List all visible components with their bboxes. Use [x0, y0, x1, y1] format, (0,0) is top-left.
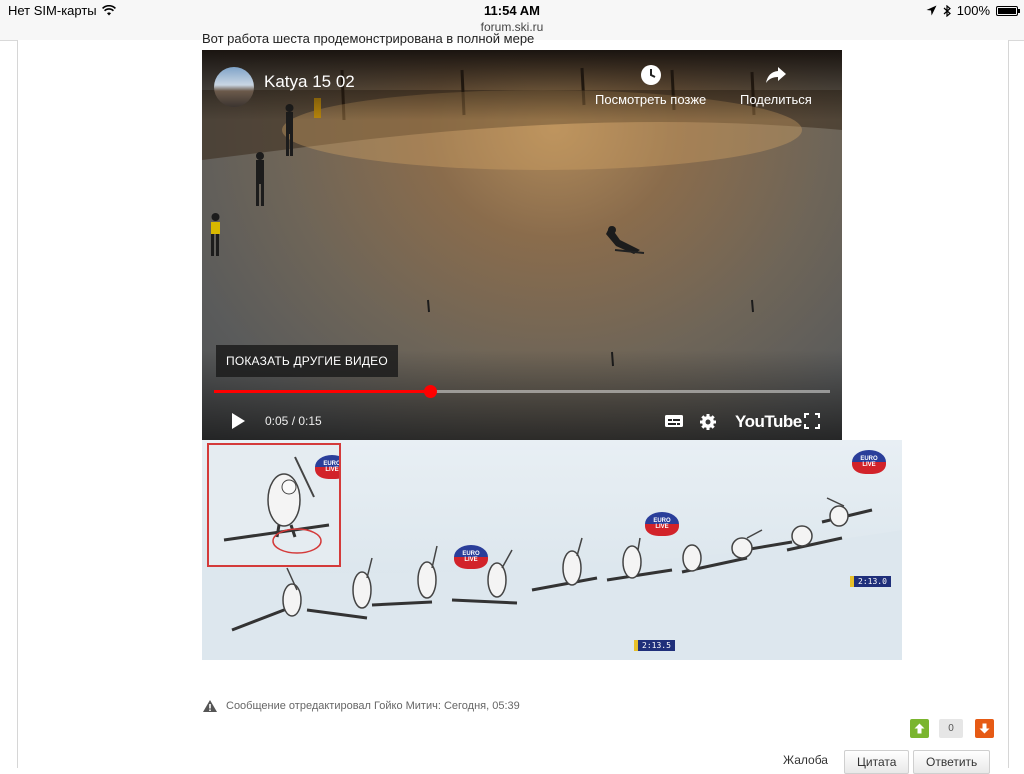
more-videos-button[interactable]: ПОКАЗАТЬ ДРУГИЕ ВИДЕО — [216, 345, 398, 377]
fullscreen-icon[interactable] — [804, 413, 820, 429]
share-label: Поделиться — [740, 92, 812, 107]
bluetooth-icon — [943, 4, 951, 17]
arrow-up-icon — [914, 723, 925, 734]
status-right: 100% — [926, 3, 1020, 18]
badge-text: EURO LIVE — [462, 551, 480, 563]
timer-lower: 2:13.5 — [634, 640, 675, 651]
play-icon[interactable] — [230, 412, 246, 430]
edit-note: Сообщение отредактировал Гойко Митич: Се… — [202, 699, 520, 713]
share-button[interactable]: Поделиться — [740, 64, 812, 107]
badge-text: EURO LIVE — [860, 456, 878, 468]
arrow-down-icon — [979, 723, 990, 734]
time-readout: 0:05 / 0:15 — [265, 414, 322, 428]
reply-button[interactable]: Ответить — [913, 750, 991, 774]
post-text-cut: Вот работа шеста продемонстрирована в по… — [202, 31, 535, 46]
watch-later-button[interactable]: Посмотреть позже — [595, 64, 706, 107]
progress-scrubber[interactable] — [423, 385, 437, 398]
battery-icon — [996, 5, 1020, 16]
battery-percent: 100% — [956, 3, 990, 18]
status-time: 11:54 AM — [484, 3, 540, 18]
timer-upper: 2:13.0 — [850, 576, 891, 587]
watch-later-label: Посмотреть позже — [595, 92, 707, 107]
clock-icon — [640, 65, 661, 85]
battery-fill — [998, 7, 1016, 14]
ski-sequence-image: EURO LIVE EURO LIVE EURO LIVE EURO LIVE 2:13… — [202, 440, 902, 660]
badge-text: EURO LIVE — [653, 518, 671, 530]
youtube-logo[interactable]: YouTube — [735, 412, 802, 432]
eurosport-badge-middle: EURO LIVE — [645, 512, 679, 536]
subtitles-icon[interactable] — [664, 413, 684, 429]
video-embed[interactable]: Katya 15 02 Посмотреть позже Поделиться … — [202, 50, 842, 440]
edit-note-text: Сообщение отредактировал Гойко Митич: Се… — [226, 700, 520, 712]
progress-fill — [214, 390, 430, 393]
vote-count: 0 — [939, 719, 963, 738]
warning-triangle-icon — [203, 700, 217, 712]
eurosport-badge-top-right: EURO LIVE — [852, 450, 886, 474]
detail-inset: EURO LIVE — [207, 443, 341, 567]
location-arrow-icon — [926, 5, 937, 16]
vote-up-button[interactable] — [910, 719, 929, 738]
badge-text: EURO LIVE — [323, 461, 341, 473]
video-title[interactable]: Katya 15 02 — [264, 72, 355, 92]
report-link[interactable]: Жалоба — [783, 753, 828, 767]
eurosport-badge-left: EURO LIVE — [454, 545, 488, 569]
quote-button[interactable]: Цитата — [844, 750, 910, 774]
settings-gear-icon[interactable] — [699, 413, 717, 431]
share-arrow-icon — [765, 67, 786, 83]
eurosport-badge-inset: EURO LIVE — [315, 455, 341, 479]
vote-down-button[interactable] — [975, 719, 994, 738]
channel-avatar[interactable] — [214, 67, 254, 107]
progress-bar[interactable] — [214, 385, 830, 398]
